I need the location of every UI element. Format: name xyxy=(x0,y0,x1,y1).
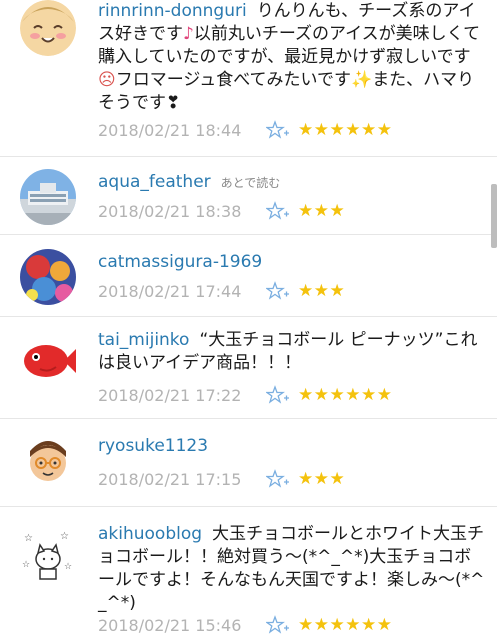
avatar[interactable] xyxy=(20,0,76,56)
svg-text:☆: ☆ xyxy=(24,533,33,544)
add-star-icon xyxy=(266,469,289,488)
comment-meta: 2018/02/21 17:44 ★★★ xyxy=(98,279,345,303)
sad-face-icon: ☹ xyxy=(98,70,116,90)
timestamp: 2018/02/21 18:38 xyxy=(98,201,242,221)
timestamp: 2018/02/21 17:44 xyxy=(98,281,242,301)
comment-item: ☆ ☆ ☆ ☆ akihuooblog 大玉チョコボールとホワイト大玉チョコボール… xyxy=(0,507,497,640)
avatar[interactable] xyxy=(20,333,76,389)
comment-meta: 2018/02/21 18:44 ★★★★★★ xyxy=(98,118,392,142)
cartoon-boy-icon xyxy=(20,433,76,489)
username-link[interactable]: catmassigura-1969 xyxy=(98,252,262,272)
svg-text:☆: ☆ xyxy=(60,531,69,542)
comment-text: aqua_feather あとで読む xyxy=(98,171,485,195)
comment-item: tai_mijinko “大玉チョコボール ピーナッツ”これは良いアイデア商品！！… xyxy=(0,317,497,419)
star-rating[interactable]: ★★★★★★ xyxy=(298,385,392,405)
add-star-button[interactable] xyxy=(266,201,290,221)
comment-meta: 2018/02/21 18:38 ★★★ xyxy=(98,199,345,223)
star-rating[interactable]: ★★★ xyxy=(298,201,345,221)
comment-item: aqua_feather あとで読む 2018/02/21 18:38 ★★★ xyxy=(0,157,497,235)
star-rating[interactable]: ★★★ xyxy=(298,281,345,301)
add-star-icon xyxy=(266,615,289,634)
star-rating[interactable]: ★★★★★★ xyxy=(298,120,392,140)
comment-text: catmassigura-1969 xyxy=(98,251,485,274)
username-link[interactable]: tai_mijinko xyxy=(98,330,189,350)
add-star-button[interactable] xyxy=(266,615,290,635)
comment-body: フロマージュ食べてみたいです xyxy=(115,70,352,90)
avatar[interactable] xyxy=(20,169,76,225)
timestamp: 2018/02/21 17:22 xyxy=(98,385,242,405)
comment-item: ryosuke1123 2018/02/21 17:15 ★★★ xyxy=(0,419,497,507)
comment-item: catmassigura-1969 2018/02/21 17:44 ★★★ xyxy=(0,235,497,317)
music-note-icon: ♪ xyxy=(183,24,194,44)
scrollbar[interactable] xyxy=(491,184,497,248)
heart-icon: ❣ xyxy=(166,93,181,113)
read-later-label[interactable]: あとで読む xyxy=(221,176,281,190)
timestamp: 2018/02/21 17:15 xyxy=(98,469,242,489)
timestamp: 2018/02/21 18:44 xyxy=(98,120,242,140)
comment-list: rinnrinn-donnguri りんりんも、チーズ系のアイス好きです♪以前丸い… xyxy=(0,0,497,640)
comment-meta: 2018/02/21 17:15 ★★★ xyxy=(98,467,345,491)
add-star-button[interactable] xyxy=(266,120,290,140)
sparkle-icon: ✨ xyxy=(351,70,373,90)
add-star-icon xyxy=(266,281,289,300)
building-photo-icon xyxy=(20,169,76,225)
cat-drawing-icon: ☆ ☆ ☆ ☆ xyxy=(20,527,76,583)
username-link[interactable]: ryosuke1123 xyxy=(98,436,208,456)
red-fish-icon xyxy=(20,333,76,389)
comment-text: ryosuke1123 xyxy=(98,435,485,458)
svg-text:☆: ☆ xyxy=(64,562,72,572)
username-link[interactable]: akihuooblog xyxy=(98,524,202,544)
colorful-photo-icon xyxy=(20,249,76,305)
comment-text: tai_mijinko “大玉チョコボール ピーナッツ”これは良いアイデア商品！！… xyxy=(98,329,485,375)
add-star-icon xyxy=(266,201,289,220)
star-rating[interactable]: ★★★ xyxy=(298,469,345,489)
comment-meta: 2018/02/21 17:22 ★★★★★★ xyxy=(98,383,392,407)
avatar[interactable] xyxy=(20,249,76,305)
add-star-icon xyxy=(266,120,289,139)
avatar[interactable] xyxy=(20,433,76,489)
star-rating[interactable]: ★★★★★★ xyxy=(298,615,392,635)
smiley-face-icon xyxy=(20,0,76,56)
username-link[interactable]: aqua_feather xyxy=(98,172,211,192)
comment-text: rinnrinn-donnguri りんりんも、チーズ系のアイス好きです♪以前丸い… xyxy=(98,0,485,115)
comment-item: rinnrinn-donnguri りんりんも、チーズ系のアイス好きです♪以前丸い… xyxy=(0,0,497,157)
username-link[interactable]: rinnrinn-donnguri xyxy=(98,1,247,21)
add-star-icon xyxy=(266,385,289,404)
comment-meta: 2018/02/21 15:46 ★★★★★★ xyxy=(98,613,392,637)
timestamp: 2018/02/21 15:46 xyxy=(98,615,242,635)
avatar[interactable]: ☆ ☆ ☆ ☆ xyxy=(20,527,76,583)
comment-text: akihuooblog 大玉チョコボールとホワイト大玉チョコボール！！絶対買う〜(… xyxy=(98,523,485,615)
add-star-button[interactable] xyxy=(266,385,290,405)
add-star-button[interactable] xyxy=(266,469,290,489)
svg-text:☆: ☆ xyxy=(22,560,30,570)
add-star-button[interactable] xyxy=(266,281,290,301)
